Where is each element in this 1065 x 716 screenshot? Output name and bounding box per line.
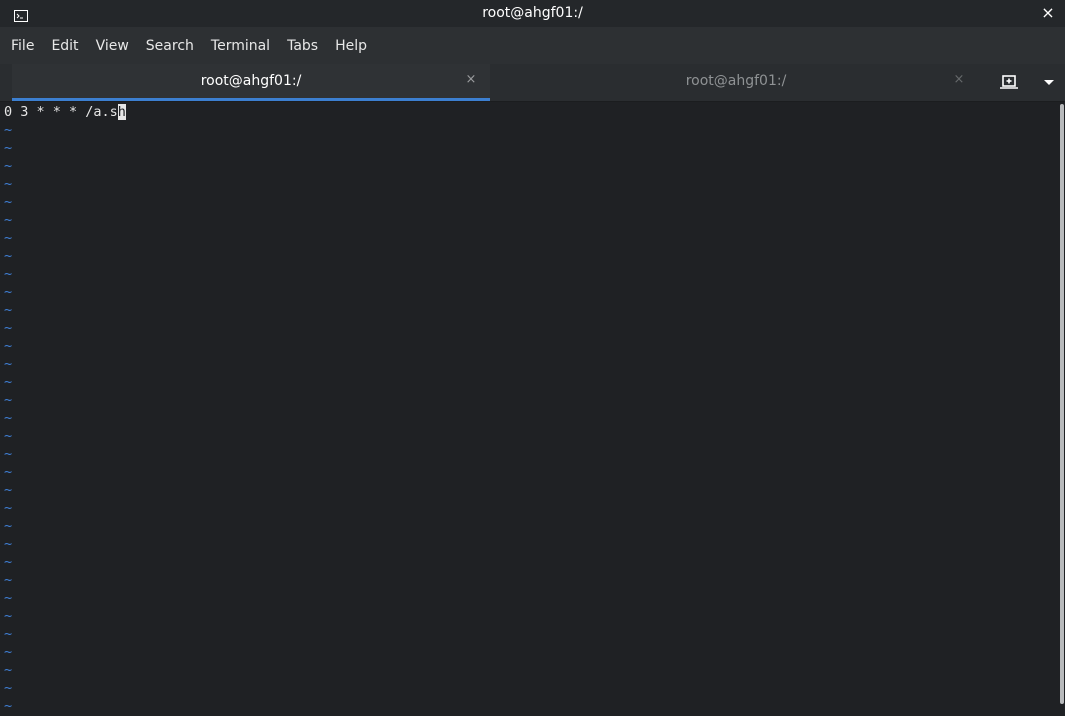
- tab-2[interactable]: root@ahgf01:/ ×: [491, 64, 981, 101]
- empty-line-tilde: ~: [4, 698, 13, 714]
- empty-line-tilde: ~: [4, 482, 13, 498]
- menu-bar: File Edit View Search Terminal Tabs Help: [0, 27, 1065, 64]
- empty-line-tilde: ~: [4, 356, 13, 372]
- empty-line-tilde: ~: [4, 536, 13, 552]
- empty-line-tilde: ~: [4, 266, 13, 282]
- line-text: 0 3 * * * /a.s: [4, 104, 118, 120]
- empty-line-tilde: ~: [4, 446, 13, 462]
- close-icon: ×: [1041, 3, 1055, 22]
- text-cursor: h: [117, 104, 126, 120]
- new-tab-icon: [998, 75, 1020, 96]
- empty-line-tilde: ~: [4, 410, 13, 426]
- tab-1-label: root@ahgf01:/: [200, 73, 302, 89]
- empty-line-tilde: ~: [4, 644, 13, 660]
- empty-line-tilde: ~: [4, 590, 13, 606]
- empty-line-tilde: ~: [4, 518, 13, 534]
- window-close-button[interactable]: ×: [1039, 4, 1057, 22]
- tab-2-close-icon[interactable]: ×: [950, 71, 968, 89]
- menu-search[interactable]: Search: [139, 38, 201, 54]
- active-tab-indicator: [12, 98, 490, 101]
- empty-line-tilde: ~: [4, 554, 13, 570]
- empty-line-tilde: ~: [4, 662, 13, 678]
- tab-1-close-icon[interactable]: ×: [462, 71, 480, 89]
- menu-edit[interactable]: Edit: [44, 38, 85, 54]
- empty-line-tilde: ~: [4, 158, 13, 174]
- empty-line-tilde: ~: [4, 338, 13, 354]
- empty-line-tilde: ~: [4, 194, 13, 210]
- empty-line-tilde: ~: [4, 248, 13, 264]
- tab-bar: root@ahgf01:/ × root@ahgf01:/ ×: [0, 64, 1065, 102]
- tab-2-label: root@ahgf01:/: [685, 73, 787, 89]
- empty-line-tilde: ~: [4, 572, 13, 588]
- chevron-down-icon: [1040, 75, 1058, 94]
- empty-line-tilde: ~: [4, 464, 13, 480]
- empty-line-tilde: ~: [4, 284, 13, 300]
- menu-tabs[interactable]: Tabs: [280, 38, 325, 54]
- scrollbar-thumb[interactable]: [1060, 104, 1064, 704]
- terminal-window: root@ahgf01:/ × File Edit View Search Te…: [0, 0, 1065, 716]
- window-title: root@ahgf01:/: [482, 5, 583, 21]
- scrollbar[interactable]: [1059, 102, 1065, 716]
- empty-line-tilde: ~: [4, 428, 13, 444]
- empty-line-tilde: ~: [4, 680, 13, 696]
- empty-line-tilde: ~: [4, 122, 13, 138]
- new-tab-button[interactable]: [998, 72, 1020, 92]
- menu-help[interactable]: Help: [328, 38, 374, 54]
- empty-line-tilde: ~: [4, 608, 13, 624]
- empty-line-tilde: ~: [4, 230, 13, 246]
- terminal-line-1: 0 3 * * * /a.sh: [4, 103, 126, 121]
- title-bar: root@ahgf01:/ ×: [0, 0, 1065, 27]
- tab-1[interactable]: root@ahgf01:/ ×: [12, 64, 490, 101]
- menu-view[interactable]: View: [89, 38, 136, 54]
- empty-line-tilde: ~: [4, 626, 13, 642]
- empty-line-tilde: ~: [4, 302, 13, 318]
- menu-terminal[interactable]: Terminal: [204, 38, 277, 54]
- empty-line-tilde: ~: [4, 500, 13, 516]
- empty-line-tilde: ~: [4, 140, 13, 156]
- empty-line-tilde: ~: [4, 320, 13, 336]
- empty-line-tilde: ~: [4, 392, 13, 408]
- tab-menu-button[interactable]: [1040, 74, 1058, 90]
- empty-line-tilde: ~: [4, 176, 13, 192]
- empty-line-tilde: ~: [4, 374, 13, 390]
- terminal-content[interactable]: 0 3 * * * /a.sh ~ ~ ~ ~ ~ ~ ~ ~ ~ ~ ~ ~ ~ ~ ~ ~ ~ ~ ~ ~ ~ ~ ~ ~…: [0, 102, 1059, 716]
- menu-file[interactable]: File: [4, 38, 41, 54]
- empty-line-tilde: ~: [4, 212, 13, 228]
